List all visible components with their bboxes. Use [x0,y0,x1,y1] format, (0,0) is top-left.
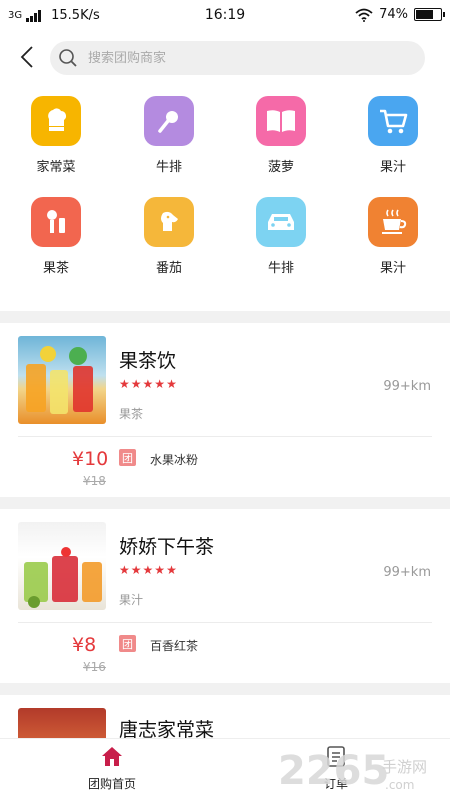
chef-hat-icon [31,96,81,146]
microphone-icon [144,96,194,146]
tab-home[interactable]: 团购首页 [52,745,172,792]
svg-text:手游网: 手游网 [382,758,427,776]
coffee-cup-icon [368,197,418,247]
svg-text:.com: .com [385,778,414,792]
shopping-cart-icon [368,96,418,146]
shop-card[interactable]: 唐志家常菜 [0,695,450,738]
deal-price: ¥10 [72,448,109,470]
tab-label: 团购首页 [87,777,136,791]
section-divider [0,497,450,509]
star-icon: ★ [130,563,142,577]
group-buy-badge: 团 [119,449,136,466]
rating-stars: ★ ★ ★ ★ ★ [119,378,177,390]
shop-thumbnail [18,522,106,610]
makeup-icon [31,197,81,247]
category-label: 番茄 [155,261,182,276]
dog-icon [144,197,194,247]
search-bar[interactable] [50,41,425,75]
section-divider [0,311,450,323]
battery-icon [414,8,445,21]
shop-distance: 99+km [383,379,431,394]
star-icon: ★ [154,563,166,577]
category-item[interactable]: 果汁 [343,96,443,175]
star-icon: ★ [119,377,130,391]
star-icon: ★ [166,377,177,391]
category-label: 牛排 [155,160,182,175]
shop-thumbnail [18,708,106,738]
category-item[interactable]: 番茄 [119,197,219,276]
shop-name: 娇娇下午茶 [119,536,215,558]
watermark-logo: 2265 手游网 .com [278,744,448,794]
category-label: 果茶 [42,261,69,276]
rating-stars: ★ ★ ★ ★ ★ [119,564,177,576]
shop-name: 唐志家常菜 [119,719,215,738]
category-label: 果汁 [379,261,406,276]
category-label: 家常菜 [36,160,76,175]
home-icon [102,747,122,766]
deal-price: ¥8 [72,634,97,656]
category-label: 牛排 [267,261,294,276]
section-divider [0,683,450,695]
category-item[interactable]: 果茶 [6,197,106,276]
star-icon: ★ [154,377,166,391]
row-divider [18,436,432,437]
status-bar: 3G 15.5K/s 16:19 74% [0,0,450,32]
category-item[interactable]: 菠萝 [231,96,331,175]
star-icon: ★ [119,563,130,577]
group-buy-badge: 团 [119,635,136,652]
battery-fill [416,10,434,19]
book-icon [256,96,306,146]
row-divider [18,622,432,623]
chevron-left-icon [20,46,33,68]
svg-text:2265: 2265 [278,748,389,794]
deal-name[interactable]: 百香红茶 [150,637,198,654]
category-item[interactable]: 果汁 [343,197,443,276]
star-icon: ★ [130,377,142,391]
shop-category: 果汁 [119,593,144,607]
category-item[interactable]: 家常菜 [6,96,106,175]
deal-name[interactable]: 水果冰粉 [150,451,198,468]
search-icon [59,49,77,67]
category-label: 菠萝 [267,160,294,175]
shop-card[interactable]: 果茶饮 ★ ★ ★ ★ ★ 99+km 果茶 ¥10 ¥18 团 水果冰粉 [0,323,450,495]
header [0,38,450,78]
category-item[interactable]: 牛排 [231,197,331,276]
category-item[interactable]: 牛排 [119,96,219,175]
wifi-icon [355,8,373,22]
shop-category: 果茶 [119,407,144,421]
star-icon: ★ [142,377,154,391]
battery-percent: 74% [379,7,408,22]
car-icon [256,197,306,247]
category-label: 果汁 [379,160,406,175]
shop-card[interactable]: 娇娇下午茶 ★ ★ ★ ★ ★ 99+km 果汁 ¥8 ¥16 团 百香红茶 [0,509,450,681]
original-price: ¥16 [83,660,106,674]
original-price: ¥18 [83,474,106,488]
star-icon: ★ [166,563,177,577]
star-icon: ★ [142,563,154,577]
shop-distance: 99+km [383,565,431,580]
shop-thumbnail [18,336,106,424]
shop-name: 果茶饮 [119,350,177,372]
back-button[interactable] [14,44,40,70]
status-right: 74% [355,7,445,22]
search-input[interactable] [86,49,390,67]
